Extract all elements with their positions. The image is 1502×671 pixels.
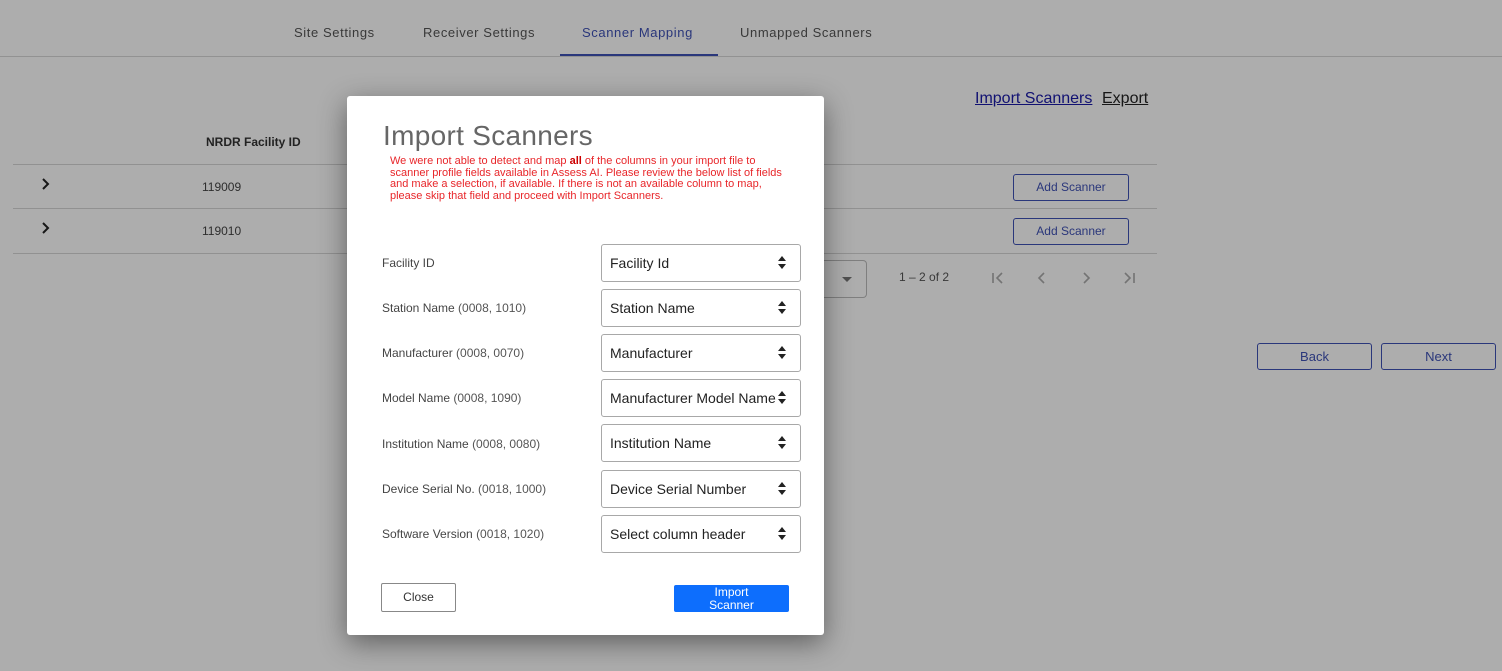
field-label-device-serial-no: Device Serial No. (0018, 1000) <box>382 482 547 496</box>
warning-message-part: We were not able to detect and map <box>390 155 570 167</box>
field-label-facility-id: Facility ID <box>382 256 435 270</box>
field-label-model-name: Model Name (0008, 1090) <box>382 391 522 405</box>
institution-name-select[interactable]: Institution Name <box>601 424 801 462</box>
unfold-arrows-icon <box>778 256 786 270</box>
field-label-manufacturer: Manufacturer (0008, 0070) <box>382 346 525 360</box>
manufacturer-select[interactable]: Manufacturer <box>601 334 801 372</box>
unfold-arrows-icon <box>778 301 786 315</box>
unfold-arrows-icon <box>778 527 786 541</box>
warning-message: We were not able to detect and map all o… <box>390 155 786 202</box>
device-serial-number-select[interactable]: Device Serial Number <box>601 470 801 508</box>
station-name-select[interactable]: Station Name <box>601 289 801 327</box>
unfold-arrows-icon <box>778 436 786 450</box>
field-label-station-name: Station Name (0008, 1010) <box>382 301 527 315</box>
software-version-select[interactable]: Select column header <box>601 515 801 553</box>
import-scanner-button[interactable]: Import Scanner <box>674 585 789 612</box>
facility-id-select[interactable]: Facility Id <box>601 244 801 282</box>
dialog-title: Import Scanners <box>383 120 593 151</box>
unfold-arrows-icon <box>778 391 786 405</box>
import-scanners-dialog: Import Scanners We were not able to dete… <box>347 96 824 635</box>
unfold-arrows-icon <box>778 346 786 360</box>
model-name-select[interactable]: Manufacturer Model Name <box>601 379 801 417</box>
field-label-software-version: Software Version (0018, 1020) <box>382 527 545 541</box>
close-button[interactable]: Close <box>381 583 456 612</box>
unfold-arrows-icon <box>778 482 786 496</box>
field-label-institution-name: Institution Name (0008, 0080) <box>382 437 541 451</box>
warning-message-bold: all <box>569 155 582 167</box>
